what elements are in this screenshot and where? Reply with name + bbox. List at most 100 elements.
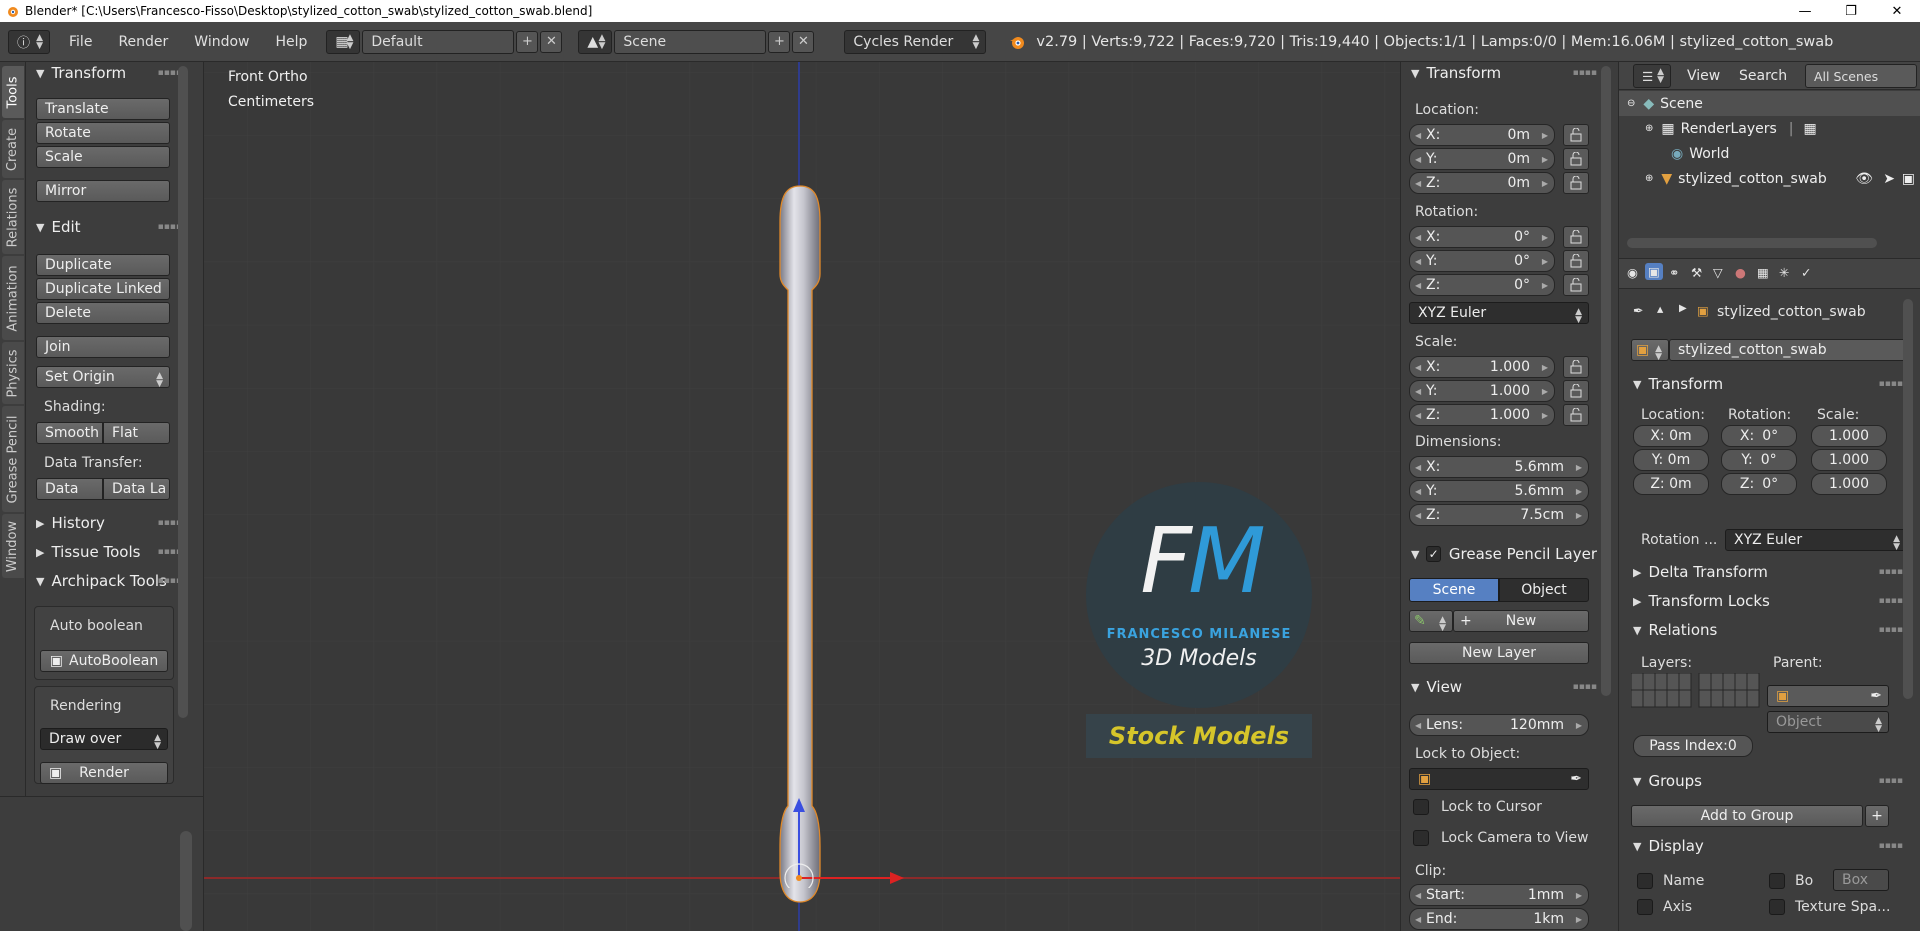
outliner-row-renderlayers[interactable]: ⊕ ▦ RenderLayers | ▦ xyxy=(1619,116,1920,141)
clip-start-field[interactable]: ◀ Start: 1mm ▶ xyxy=(1409,884,1589,906)
mirror-button[interactable]: Mirror xyxy=(36,180,170,202)
new-layer-button[interactable]: New Layer xyxy=(1409,642,1589,664)
menu-render[interactable]: Render xyxy=(105,34,181,50)
new-group-plus-button[interactable]: + xyxy=(1865,805,1889,827)
rotation-z-field[interactable]: ◀ Z: 0° ▶ xyxy=(1409,274,1555,296)
lock-icon[interactable] xyxy=(1563,380,1589,402)
delta-transform-header[interactable]: ▶ Delta Transform ▪▪▪▪ xyxy=(1633,561,1903,583)
render-engine-select[interactable]: Cycles Render ▲ ▼ xyxy=(844,29,987,54)
object-transform-header[interactable]: ▼ Transform ▪▪▪▪ xyxy=(1633,373,1903,395)
menu-window[interactable]: Window xyxy=(181,34,262,50)
data-layout-button[interactable]: Data La xyxy=(103,478,170,500)
delete-button[interactable]: Delete xyxy=(36,302,170,324)
smooth-shading-button[interactable]: Smooth xyxy=(36,422,103,444)
lock-icon[interactable] xyxy=(1563,274,1589,296)
clip-end-field[interactable]: ◀ End: 1km ▶ xyxy=(1409,908,1589,930)
set-origin-select[interactable]: Set Origin ▲ ▼ xyxy=(36,366,170,389)
display-name-checkbox[interactable] xyxy=(1637,873,1653,889)
pass-index-field[interactable]: Pass Index:0 xyxy=(1633,735,1753,757)
toolshelf-scrollbar[interactable] xyxy=(178,66,188,718)
pe-rotation-mode-select[interactable]: XYZ Euler ▲ ▼ xyxy=(1725,529,1907,552)
data-transfer-button[interactable]: Data xyxy=(36,478,103,500)
outliner-row-scene[interactable]: ⊖ ◆ Scene xyxy=(1619,91,1920,116)
outliner-view-menu[interactable]: View xyxy=(1687,68,1720,84)
lens-field[interactable]: ◀ Lens: 120mm ▶ xyxy=(1409,714,1589,736)
add-to-group-button[interactable]: Add to Group xyxy=(1631,805,1863,827)
dimensions-y-field[interactable]: ◀ Y: 5.6mm ▶ xyxy=(1409,480,1589,502)
location-x-field[interactable]: ◀ X: 0m ▶ xyxy=(1409,124,1555,146)
add-layout-button[interactable]: + xyxy=(516,30,539,53)
tab-animation[interactable]: Animation xyxy=(2,256,24,340)
scale-y-field[interactable]: ◀ Y: 1.000 ▶ xyxy=(1409,380,1555,402)
archipack-panel-header[interactable]: ▼ Archipack Tools ▪▪▪▪ xyxy=(36,570,182,592)
render-tab-icon[interactable]: ◉ xyxy=(1627,265,1638,280)
pe-location-y-field[interactable]: Y: 0m xyxy=(1633,449,1709,471)
display-texture-space-checkbox[interactable] xyxy=(1769,899,1785,915)
display-bounds-checkbox[interactable] xyxy=(1769,873,1785,889)
dimensions-z-field[interactable]: ◀ Z: 7.5cm ▶ xyxy=(1409,504,1589,526)
tissue-tools-panel-header[interactable]: ▶ Tissue Tools ▪▪▪▪ xyxy=(36,541,182,563)
rotate-button[interactable]: Rotate xyxy=(36,122,170,144)
collapse-icon[interactable]: ⊖ xyxy=(1627,98,1635,109)
eyedropper-icon[interactable]: ✒ xyxy=(1570,771,1582,787)
object-browse-button[interactable]: ▣ ▲ ▼ xyxy=(1631,339,1669,362)
tab-grease-pencil[interactable]: Grease Pencil xyxy=(2,406,24,512)
scale-button[interactable]: Scale xyxy=(36,146,170,168)
scene-field[interactable]: Scene xyxy=(614,29,767,54)
pe-scale-x-field[interactable]: 1.000 xyxy=(1811,425,1887,447)
lock-icon[interactable] xyxy=(1563,226,1589,248)
particles-tab-icon[interactable]: ✳ xyxy=(1779,265,1789,280)
pe-rotation-y-field[interactable]: Y: 0° xyxy=(1721,449,1797,471)
scene-icon-button[interactable]: ▲ ▲ ▼ xyxy=(578,29,613,54)
screen-layout-field[interactable]: Default xyxy=(362,29,515,54)
parent-type-select[interactable]: Object ▲ ▼ xyxy=(1767,711,1889,734)
relations-header[interactable]: ▼ Relations ▪▪▪▪ xyxy=(1633,619,1903,641)
add-scene-button[interactable]: + xyxy=(768,30,791,53)
outliner-hscrollbar[interactable] xyxy=(1627,238,1877,248)
transform-props-header[interactable]: ▼ Transform ▪▪▪▪ xyxy=(1411,62,1597,84)
maximize-button[interactable]: ❐ xyxy=(1828,0,1874,22)
gp-object-toggle[interactable]: Object xyxy=(1499,578,1589,602)
pe-scale-z-field[interactable]: 1.000 xyxy=(1811,473,1887,495)
grease-pencil-checkbox[interactable]: ✓ xyxy=(1426,546,1441,562)
pe-location-x-field[interactable]: X: 0m xyxy=(1633,425,1709,447)
material-tab-icon[interactable]: ● xyxy=(1735,265,1746,280)
transform-manipulator[interactable] xyxy=(764,788,904,888)
tab-physics[interactable]: Physics xyxy=(2,342,24,404)
draw-over-select[interactable]: Draw over ▲ ▼ xyxy=(40,728,168,751)
tab-create[interactable]: Create xyxy=(2,120,24,178)
rotation-y-field[interactable]: ◀ Y: 0° ▶ xyxy=(1409,250,1555,272)
expand-icon[interactable]: ⊕ xyxy=(1645,123,1653,134)
scale-z-field[interactable]: ◀ Z: 1.000 ▶ xyxy=(1409,404,1555,426)
location-y-field[interactable]: ◀ Y: 0m ▶ xyxy=(1409,148,1555,170)
properties-scrollbar[interactable] xyxy=(1903,299,1913,699)
remove-scene-button[interactable]: ✕ xyxy=(792,30,815,53)
gp-scene-toggle[interactable]: Scene xyxy=(1409,578,1499,602)
expand-icon[interactable]: ⊕ xyxy=(1645,173,1653,184)
outliner-search-menu[interactable]: Search xyxy=(1739,68,1787,84)
visibility-eye-icon[interactable]: 👁 xyxy=(1855,171,1873,187)
close-window-button[interactable]: ✕ xyxy=(1874,0,1920,22)
pe-rotation-x-field[interactable]: X: 0° xyxy=(1721,425,1797,447)
lock-icon[interactable] xyxy=(1563,148,1589,170)
outliner-row-world[interactable]: ◉ World xyxy=(1619,141,1920,166)
lock-icon[interactable] xyxy=(1563,356,1589,378)
bounds-type-select[interactable]: Box xyxy=(1833,869,1889,891)
transform-locks-header[interactable]: ▶ Transform Locks ▪▪▪▪ xyxy=(1633,590,1903,612)
render-camera-icon[interactable]: ▣ xyxy=(1902,171,1915,187)
location-z-field[interactable]: ◀ Z: 0m ▶ xyxy=(1409,172,1555,194)
lock-object-field[interactable]: ▣ ✒ xyxy=(1409,768,1589,790)
props-scrollbar[interactable] xyxy=(1601,66,1611,696)
display-axis-checkbox[interactable] xyxy=(1637,899,1653,915)
tab-window[interactable]: Window xyxy=(2,514,24,578)
menu-help[interactable]: Help xyxy=(262,34,320,50)
data-tab-icon[interactable]: ▽ xyxy=(1713,265,1723,280)
translate-button[interactable]: Translate xyxy=(36,98,170,120)
lock-icon[interactable] xyxy=(1563,250,1589,272)
3d-viewport[interactable]: Front Ortho Centimeters FM FRANCESCO MIL… xyxy=(204,62,1400,931)
groups-header[interactable]: ▼ Groups ▪▪▪▪ xyxy=(1633,770,1903,792)
object-tab-icon[interactable]: ▣ xyxy=(1645,263,1663,280)
constraints-tab-icon[interactable]: ⚭ xyxy=(1669,265,1679,280)
tab-relations[interactable]: Relations xyxy=(2,180,24,254)
lock-icon[interactable] xyxy=(1563,124,1589,146)
